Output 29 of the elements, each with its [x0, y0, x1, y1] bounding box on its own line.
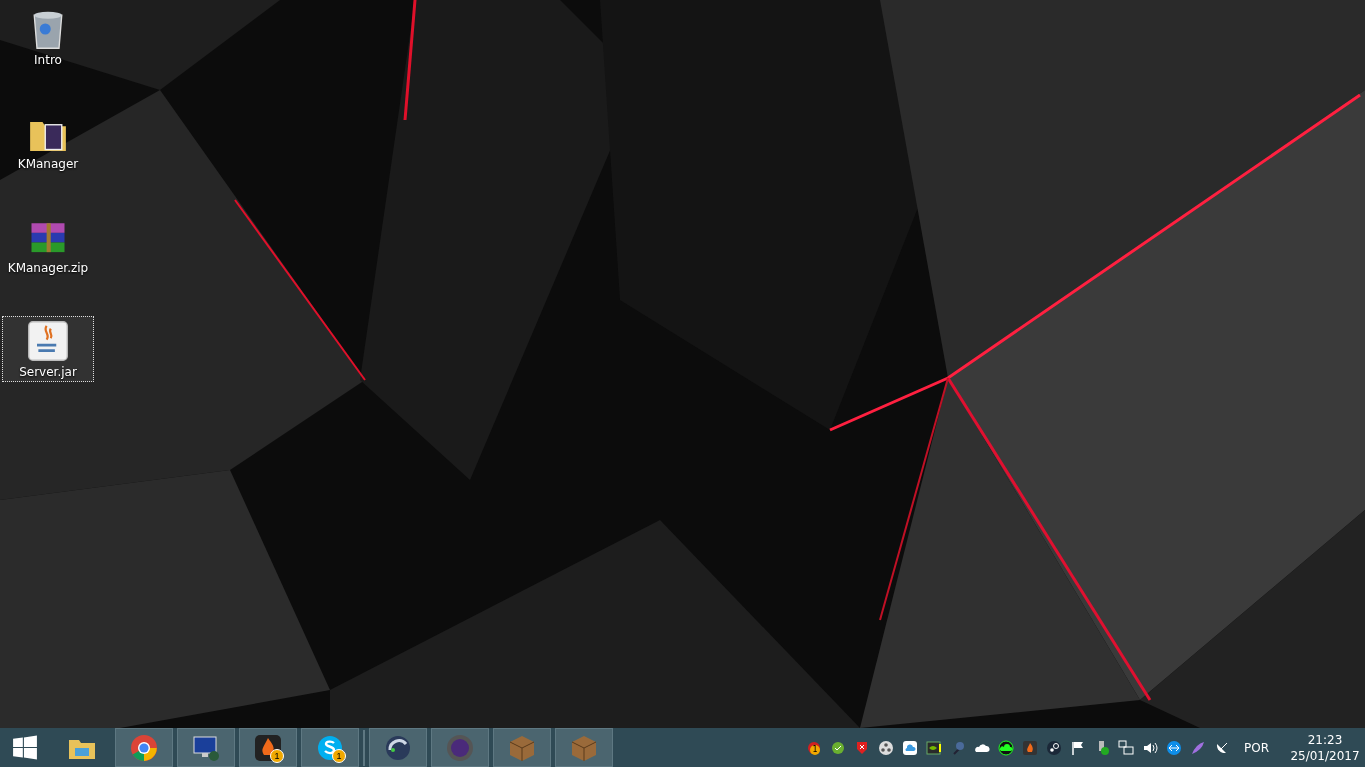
flame-icon — [1021, 739, 1038, 756]
taskbar-app-button[interactable] — [369, 728, 427, 767]
desktop-shortcut[interactable]: Server.jar — [2, 316, 94, 382]
network-icon — [1117, 739, 1134, 756]
leaf-check-icon — [829, 739, 846, 756]
notification-badge: 1 — [809, 744, 820, 755]
clock-button[interactable]: 21:23 25/01/2017 — [1285, 731, 1365, 764]
cloud-icon — [901, 739, 918, 756]
notification-badge: 1 — [332, 749, 346, 763]
flag-icon — [1069, 739, 1086, 756]
feather-icon — [1189, 739, 1206, 756]
eye-warning-icon — [925, 739, 942, 756]
arrows-icon — [1165, 739, 1182, 756]
notification-badge: 1 — [270, 749, 284, 763]
desktop-shortcut[interactable]: KManager.zip — [2, 212, 94, 278]
tray-icon-button[interactable]: 1 — [801, 739, 826, 756]
desktop-shortcut[interactable]: KManager — [2, 108, 94, 174]
windows-logo-icon — [12, 734, 38, 761]
time-text: 21:23 — [1307, 731, 1343, 748]
taskbar-app-button[interactable]: 1 — [239, 728, 297, 767]
cloud-icon — [997, 739, 1014, 756]
dots-circle-icon — [877, 739, 894, 756]
date-text: 25/01/2017 — [1290, 747, 1360, 764]
taskbar-app-button[interactable] — [177, 728, 235, 767]
java-file-icon — [26, 319, 70, 363]
taskbar-app-button[interactable]: 1 — [301, 728, 359, 767]
language-indicator[interactable]: POR — [1243, 740, 1269, 755]
steam-icon — [1045, 739, 1062, 756]
taskbar-app-button[interactable] — [115, 728, 173, 767]
